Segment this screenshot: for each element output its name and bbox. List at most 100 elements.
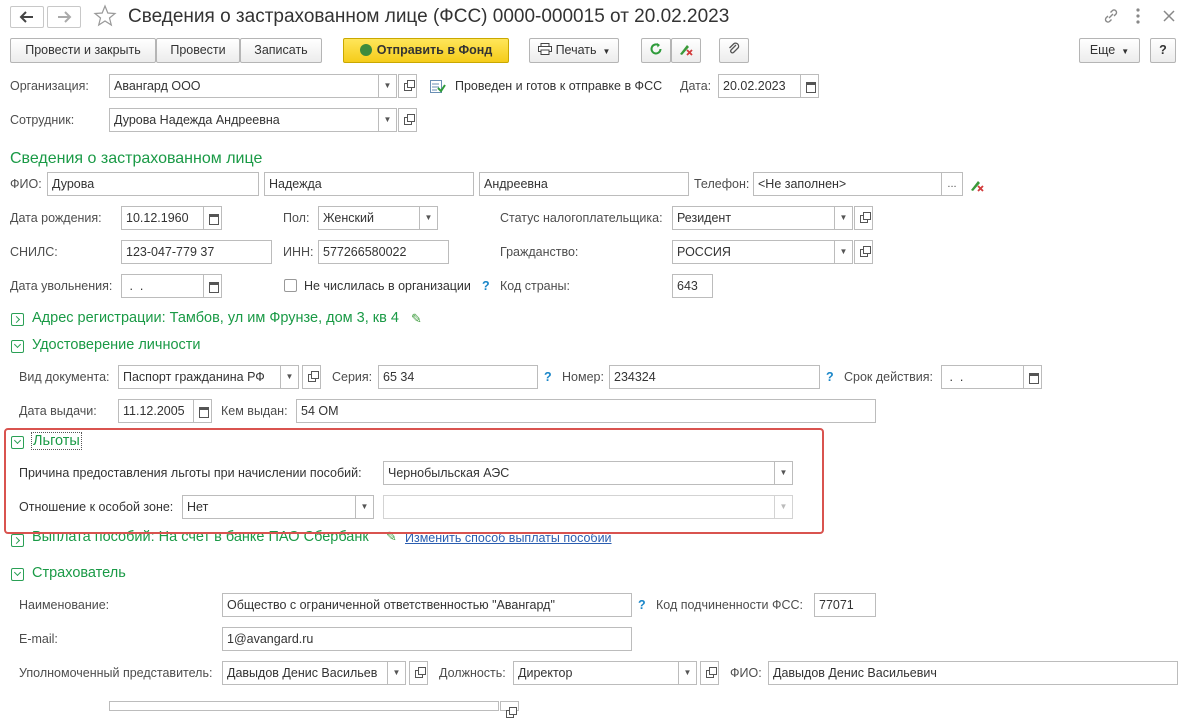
tax-status-field[interactable]: Резидент ▼ (672, 206, 853, 230)
chevron-down-icon[interactable]: ▼ (834, 207, 852, 229)
birth-date-field[interactable]: 10.12.1960 (121, 206, 222, 230)
post-button[interactable]: Провести (156, 38, 240, 63)
calendar-icon[interactable] (800, 75, 818, 97)
chevron-down-icon[interactable]: ▼ (387, 662, 405, 684)
series-label: Серия: (332, 370, 373, 384)
chevron-down-icon[interactable]: ▼ (378, 109, 396, 131)
next-row-field[interactable] (109, 701, 499, 711)
calendar-icon[interactable] (203, 207, 221, 229)
inn-field[interactable]: 577266580022 (318, 240, 449, 264)
citizenship-field[interactable]: РОССИЯ ▼ (672, 240, 853, 264)
address-section-title[interactable]: Адрес регистрации: Тамбов, ул им Фрунзе,… (32, 310, 399, 326)
tax-status-open-button[interactable] (854, 206, 873, 230)
forward-button[interactable] (47, 6, 81, 28)
insurer-section-title[interactable]: Страхователь (32, 565, 126, 581)
forward-arrow-icon (58, 11, 72, 23)
doc-type-value: Паспорт гражданина РФ (123, 370, 265, 384)
phone-value: <Не заполнен> (758, 177, 847, 191)
chevron-down-icon[interactable]: ▼ (834, 241, 852, 263)
phone-field[interactable]: <Не заполнен> ... (753, 172, 963, 196)
chevron-down-icon[interactable]: ▼ (378, 75, 396, 97)
snils-label: СНИЛС: (10, 245, 58, 259)
chevron-down-icon[interactable]: ▼ (280, 366, 298, 388)
issued-by-field[interactable]: 54 ОМ (296, 399, 876, 423)
refresh-button[interactable] (641, 38, 671, 63)
fss-code-field[interactable]: 77071 (814, 593, 876, 617)
position-open-button[interactable] (700, 661, 719, 685)
dismissal-date-field[interactable]: . . (121, 274, 222, 298)
doc-type-open-button[interactable] (302, 365, 321, 389)
link-button[interactable] (1102, 7, 1120, 28)
clear-posting-button[interactable] (671, 38, 701, 63)
back-button[interactable] (10, 6, 44, 28)
close-button[interactable] (1161, 8, 1177, 27)
rep-fio-field[interactable]: Давыдов Денис Васильевич (768, 661, 1178, 685)
representative-label: Уполномоченный представитель: (19, 666, 213, 680)
phone-label: Телефон: (694, 177, 750, 191)
issue-date-field[interactable]: 11.12.2005 (118, 399, 212, 423)
email-field[interactable]: 1@avangard.ru (222, 627, 632, 651)
calendar-icon[interactable] (1023, 366, 1041, 388)
number-help-icon[interactable]: ? (826, 370, 834, 384)
more-actions-button[interactable]: Еще ▼ (1079, 38, 1140, 63)
print-button[interactable]: Печать ▼ (529, 38, 619, 63)
edit-cancel-icon (971, 181, 984, 192)
help-button[interactable]: ? (1150, 38, 1176, 63)
representative-field[interactable]: Давыдов Денис Васильев ▼ (222, 661, 406, 685)
chevron-down-icon[interactable]: ▼ (678, 662, 696, 684)
payment-expand-icon[interactable] (11, 534, 24, 547)
refresh-icon (650, 43, 662, 55)
employee-field[interactable]: Дурова Надежда Андреевна ▼ (109, 108, 397, 132)
post-and-close-button[interactable]: Провести и закрыть (10, 38, 156, 63)
calendar-icon[interactable] (203, 275, 221, 297)
attach-button[interactable] (719, 38, 749, 63)
insurer-name-field[interactable]: Общество с ограниченной ответственностью… (222, 593, 632, 617)
sex-field[interactable]: Женский ▼ (318, 206, 438, 230)
not-listed-checkbox[interactable] (284, 279, 297, 292)
country-code-field[interactable]: 643 (672, 274, 713, 298)
identity-section-title[interactable]: Удостоверение личности (32, 337, 201, 353)
series-help-icon[interactable]: ? (544, 370, 552, 384)
representative-open-button[interactable] (409, 661, 428, 685)
employee-open-button[interactable] (398, 108, 417, 132)
country-code-label: Код страны: (500, 279, 570, 293)
first-name-field[interactable]: Надежда (264, 172, 474, 196)
not-listed-help-icon[interactable]: ? (482, 279, 490, 293)
address-expand-icon[interactable] (11, 313, 24, 326)
snils-field[interactable]: 123-047-779 37 (121, 240, 272, 264)
inn-label: ИНН: (283, 245, 314, 259)
paperclip-icon (729, 42, 740, 54)
rep-fio-label: ФИО: (730, 666, 762, 680)
phone-edit-button[interactable] (969, 178, 985, 195)
valid-until-field[interactable]: . . (941, 365, 1042, 389)
pencil-icon[interactable]: ✎ (411, 311, 422, 327)
chevron-down-icon[interactable]: ▼ (419, 207, 437, 229)
printer-icon (537, 43, 552, 55)
date-field[interactable]: 20.02.2023 (718, 74, 819, 98)
doc-type-field[interactable]: Паспорт гражданина РФ ▼ (118, 365, 299, 389)
send-to-fund-button[interactable]: Отправить в Фонд (343, 38, 509, 63)
position-field[interactable]: Директор ▼ (513, 661, 697, 685)
more-menu-button[interactable] (1134, 6, 1142, 29)
series-field[interactable]: 65 34 (378, 365, 538, 389)
star-icon (93, 4, 117, 27)
representative-value: Давыдов Денис Васильев (227, 666, 378, 680)
dismissal-date-label: Дата увольнения: (10, 279, 113, 293)
calendar-icon[interactable] (193, 400, 211, 422)
last-name-field[interactable]: Дурова (47, 172, 259, 196)
birth-date-label: Дата рождения: (10, 211, 102, 225)
send-label: Отправить в Фонд (376, 43, 493, 57)
next-row-open-button[interactable] (500, 701, 519, 718)
insurer-collapse-icon[interactable] (11, 568, 24, 581)
insurer-code-help-icon[interactable]: ? (638, 598, 646, 612)
organization-field[interactable]: Авангард ООО ▼ (109, 74, 397, 98)
save-button[interactable]: Записать (240, 38, 322, 63)
select-dots-icon[interactable]: ... (941, 173, 962, 195)
organization-open-button[interactable] (398, 74, 417, 98)
window-title: Сведения о застрахованном лице (ФСС) 000… (128, 6, 730, 27)
citizenship-open-button[interactable] (854, 240, 873, 264)
number-field[interactable]: 234324 (609, 365, 820, 389)
identity-collapse-icon[interactable] (11, 340, 24, 353)
favorite-button[interactable] (92, 3, 118, 32)
middle-name-field[interactable]: Андреевна (479, 172, 689, 196)
